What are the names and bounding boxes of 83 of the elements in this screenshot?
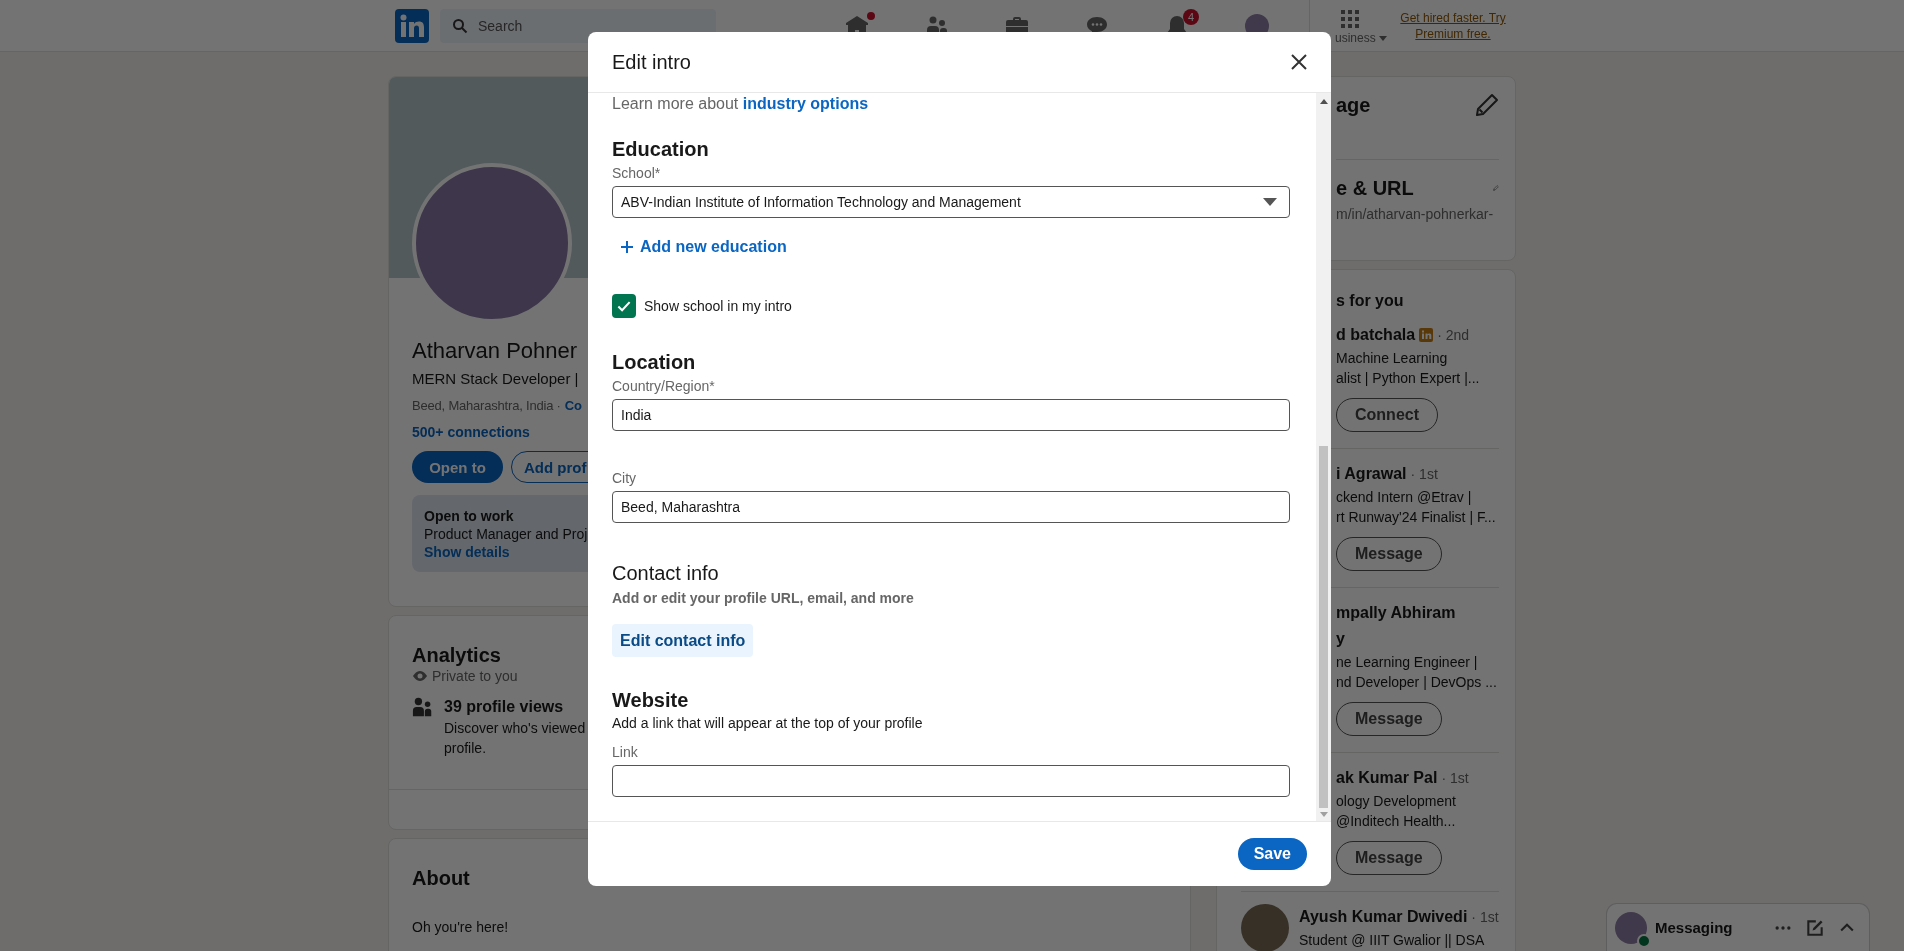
connection-degree: · 1st: [1441, 769, 1469, 788]
views-description: profile.: [444, 739, 488, 758]
connection-degree: · 1st: [1471, 908, 1499, 927]
save-button[interactable]: Save: [1237, 838, 1307, 870]
field-label: Country/Region*: [612, 377, 716, 395]
messaging-bar[interactable]: Messaging: [1607, 904, 1869, 951]
country-input[interactable]: India: [612, 399, 1290, 431]
school-select[interactable]: ABV-Indian Institute of Information Technology and Management: [612, 186, 1290, 218]
profile-headline: MERN Stack Developer |: [412, 369, 579, 389]
logo-icon[interactable]: [395, 9, 429, 43]
grid-icon[interactable]: [1338, 7, 1362, 31]
open-to-work-title: Open to work: [424, 507, 514, 525]
connection-degree: · 2nd: [1437, 326, 1470, 345]
suggestions-title: s for you: [1336, 292, 1405, 310]
person-name[interactable]: Ayush Kumar Dwivedi: [1299, 904, 1468, 930]
person-headline: alist | Python Expert |...: [1336, 369, 1480, 388]
notification-badge: 4: [1183, 9, 1199, 25]
plus-icon: [620, 240, 634, 254]
connect-button[interactable]: Message: [1336, 841, 1442, 875]
website-description: Add a link that will appear at the top of your profile: [612, 715, 924, 731]
profile-views-link[interactable]: 39 profile views: [444, 696, 586, 718]
profile-name: Atharvan Pohner: [412, 337, 578, 365]
person-name[interactable]: ak Kumar Pal: [1336, 765, 1438, 791]
edit-contact-info-button[interactable]: Edit contact info: [612, 624, 754, 657]
profile-action-button[interactable]: Open to: [412, 451, 503, 483]
open-to-work-text: Product Manager and Proj: [424, 525, 588, 543]
person-headline: ology Development: [1336, 792, 1457, 811]
link-input[interactable]: [612, 765, 1290, 797]
search-icon: [452, 18, 468, 34]
profile-url: m/in/atharvan-pohnerkar-: [1336, 206, 1494, 222]
show-details-link[interactable]: Show details: [424, 543, 510, 561]
section-heading: Location: [612, 350, 697, 375]
avatar[interactable]: [1241, 904, 1289, 951]
section-heading: Education: [612, 137, 710, 162]
section-heading: Website: [612, 688, 690, 713]
caret-icon: [1378, 35, 1387, 41]
privacy-note: Private to you: [432, 668, 518, 684]
checkbox[interactable]: [612, 294, 636, 318]
connections-link[interactable]: 500+ connections: [412, 422, 530, 442]
field-label: School*: [612, 164, 662, 182]
add-education-button[interactable]: Add new education: [620, 238, 787, 256]
person-headline: ne Learning Engineer |: [1336, 653, 1479, 672]
section-heading: Contact info: [612, 561, 720, 586]
views-description: Discover who's viewed: [444, 719, 586, 738]
person-name[interactable]: mpally Abhiram: [1336, 600, 1456, 626]
section-title: About: [412, 866, 471, 891]
connect-button[interactable]: Message: [1336, 702, 1442, 736]
checkbox-label: Show school in my intro: [644, 298, 792, 314]
caret-icon: [1263, 198, 1277, 206]
person-headline: nd Developer | DevOps ...: [1336, 673, 1497, 692]
avatar: [1615, 912, 1647, 944]
industry-options-link[interactable]: industry options: [742, 95, 869, 112]
business-menu[interactable]: usiness: [1335, 31, 1376, 45]
person-name[interactable]: i Agrawal: [1336, 461, 1407, 487]
profile-location: Beed, Maharashtra, India ·: [412, 398, 561, 413]
dialog-scrollbar[interactable]: [1316, 93, 1331, 821]
section-title: Analytics: [412, 643, 502, 668]
person-headline: rt Runway'24 Finalist | F...: [1336, 508, 1496, 527]
compose-icon[interactable]: [1805, 918, 1825, 938]
person-name[interactable]: d batchala: [1336, 322, 1416, 348]
connection-degree: · 1st: [1410, 465, 1438, 484]
contact-info-link[interactable]: Co: [564, 398, 582, 413]
person-headline: ckend Intern @Etrav |: [1336, 488, 1473, 507]
about-text: Oh you're here!: [412, 919, 510, 935]
connect-button[interactable]: Message: [1336, 537, 1442, 571]
person-headline: Student @ IIIT Gwalior || DSA: [1299, 931, 1486, 950]
dialog-title: Edit intro: [612, 50, 691, 74]
setting-title: e & URL: [1336, 176, 1415, 200]
city-input[interactable]: Beed, Maharashtra: [612, 491, 1290, 523]
person-headline: @Inditech Health...: [1336, 812, 1457, 831]
person-headline: Machine Learning: [1336, 349, 1449, 368]
contact-description: Add or edit your profile URL, email, and more: [612, 590, 915, 606]
connect-button[interactable]: Connect: [1336, 398, 1438, 432]
field-label: Link: [612, 743, 639, 761]
messaging-label: Messaging: [1655, 919, 1734, 936]
industry-help-text: Learn more about industry options: [612, 95, 870, 113]
setting-title: age: [1336, 93, 1371, 117]
people-icon: [412, 696, 434, 718]
premium-link[interactable]: Get hired faster. Try Premium free.: [1394, 10, 1512, 42]
pencil-icon[interactable]: [1475, 93, 1499, 117]
eye-icon: [412, 668, 428, 684]
scroll-up-arrow-icon[interactable]: [1319, 99, 1328, 104]
person-name[interactable]: y: [1336, 626, 1345, 652]
